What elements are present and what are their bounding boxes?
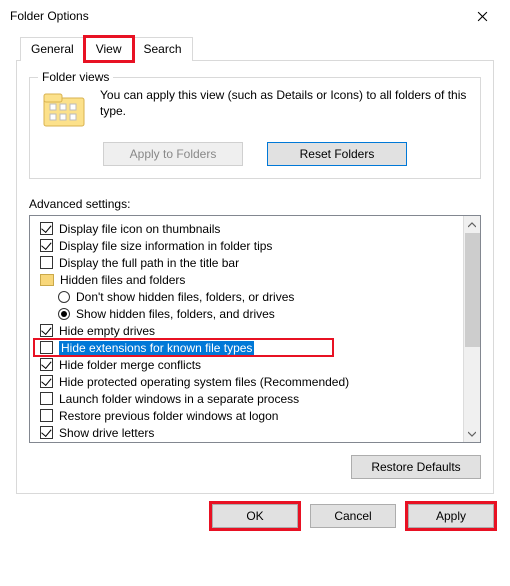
- checkbox[interactable]: [40, 341, 53, 354]
- dialog-content: General View Search Folder views: [0, 32, 510, 542]
- scroll-thumb[interactable]: [465, 233, 480, 347]
- folder-views-icon: [40, 88, 88, 132]
- list-item-label: Launch folder windows in a separate proc…: [59, 392, 299, 406]
- checkbox[interactable]: [40, 222, 53, 235]
- folder-options-window: Folder Options General View Search Folde…: [0, 0, 510, 586]
- list-item-label: Hide empty drives: [59, 324, 155, 338]
- list-item[interactable]: Hide extensions for known file types: [34, 339, 333, 356]
- chevron-up-icon: [468, 222, 476, 228]
- list-item[interactable]: Hide empty drives: [34, 322, 463, 339]
- close-button[interactable]: [462, 2, 502, 30]
- tab-search[interactable]: Search: [133, 37, 193, 61]
- apply-to-folders-button: Apply to Folders: [103, 142, 243, 166]
- list-item-label: Hide folder merge conflicts: [59, 358, 201, 372]
- list-item-label: Display file size information in folder …: [59, 239, 272, 253]
- list-item[interactable]: Hidden files and folders: [34, 271, 463, 288]
- list-item-label: Hide extensions for known file types: [59, 341, 254, 355]
- radio[interactable]: [58, 291, 70, 303]
- checkbox[interactable]: [40, 358, 53, 371]
- list-item[interactable]: Show drive letters: [34, 424, 463, 441]
- tab-bar: General View Search: [20, 37, 494, 61]
- list-item[interactable]: Hide folder merge conflicts: [34, 356, 463, 373]
- cancel-button[interactable]: Cancel: [310, 504, 396, 528]
- folder-views-title: Folder views: [38, 70, 113, 84]
- view-panel: Folder views: [16, 60, 494, 494]
- list-item[interactable]: Don't show hidden files, folders, or dri…: [34, 288, 463, 305]
- checkbox[interactable]: [40, 426, 53, 439]
- list-item-label: Display file icon on thumbnails: [59, 222, 220, 236]
- advanced-settings-list[interactable]: Display file icon on thumbnails Display f…: [29, 215, 481, 443]
- list-item-label: Show drive letters: [59, 426, 154, 440]
- list-item-label: Hidden files and folders: [60, 273, 185, 287]
- checkbox[interactable]: [40, 375, 53, 388]
- ok-button[interactable]: OK: [212, 504, 298, 528]
- list-item[interactable]: Show hidden files, folders, and drives: [34, 305, 463, 322]
- scrollbar[interactable]: [463, 216, 480, 442]
- folder-views-text: You can apply this view (such as Details…: [100, 88, 470, 119]
- close-icon: [477, 11, 488, 22]
- list-item[interactable]: Launch folder windows in a separate proc…: [34, 390, 463, 407]
- list-item-label: Hide protected operating system files (R…: [59, 375, 349, 389]
- list-item-label: Don't show hidden files, folders, or dri…: [76, 290, 294, 304]
- apply-button[interactable]: Apply: [408, 504, 494, 528]
- list-item[interactable]: Hide protected operating system files (R…: [34, 373, 463, 390]
- scroll-up-button[interactable]: [464, 216, 481, 233]
- checkbox[interactable]: [40, 409, 53, 422]
- advanced-settings-label: Advanced settings:: [29, 197, 481, 211]
- folder-views-group: Folder views: [29, 77, 481, 179]
- reset-folders-button[interactable]: Reset Folders: [267, 142, 407, 166]
- list-item[interactable]: Restore previous folder windows at logon: [34, 407, 463, 424]
- list-item[interactable]: Display the full path in the title bar: [34, 254, 463, 271]
- titlebar: Folder Options: [0, 0, 510, 32]
- window-title: Folder Options: [10, 9, 89, 23]
- list-item-label: Restore previous folder windows at logon: [59, 409, 278, 423]
- checkbox[interactable]: [40, 256, 53, 269]
- list-item[interactable]: Display file icon on thumbnails: [34, 220, 463, 237]
- restore-defaults-button[interactable]: Restore Defaults: [351, 455, 481, 479]
- list-item-label: Show hidden files, folders, and drives: [76, 307, 275, 321]
- checkbox[interactable]: [40, 239, 53, 252]
- folder-icon: [40, 274, 54, 286]
- scroll-down-button[interactable]: [464, 425, 481, 442]
- dialog-buttons: OK Cancel Apply: [16, 504, 494, 528]
- chevron-down-icon: [468, 431, 476, 437]
- checkbox[interactable]: [40, 392, 53, 405]
- checkbox[interactable]: [40, 324, 53, 337]
- list-item-label: Display the full path in the title bar: [59, 256, 239, 270]
- radio[interactable]: [58, 308, 70, 320]
- tab-general[interactable]: General: [20, 37, 85, 61]
- list-item[interactable]: Display file size information in folder …: [34, 237, 463, 254]
- tab-view[interactable]: View: [85, 37, 133, 61]
